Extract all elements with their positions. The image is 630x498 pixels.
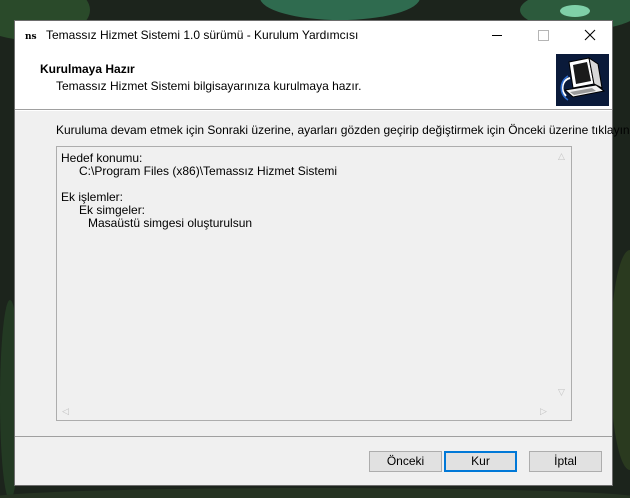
memo-tasks-item: Masaüstü simgesi oluşturulsun [88, 216, 253, 230]
minimize-button[interactable] [474, 21, 520, 50]
page-subtitle: Temassız Hizmet Sistemi bilgisayarınıza … [56, 79, 362, 93]
desktop-wallpaper-leaf [0, 488, 630, 498]
memo-destination-path: C:\Program Files (x86)\Temassız Hizmet S… [79, 164, 338, 178]
ready-memo-box[interactable]: Hedef konumu: C:\Program Files (x86)\Tem… [56, 146, 572, 421]
footer-divider [15, 436, 612, 437]
close-button[interactable] [566, 21, 612, 50]
header-divider-highlight [15, 110, 612, 111]
desktop-wallpaper-leaf [260, 0, 420, 20]
scroll-right-icon[interactable]: ▷ [540, 406, 547, 416]
installer-window: ns Temassız Hizmet Sistemi 1.0 sürümü - … [14, 20, 630, 486]
maximize-button[interactable] [520, 21, 566, 50]
wizard-header: Kurulmaya Hazır Temassız Hizmet Sistemi … [15, 50, 612, 109]
minimize-icon [492, 35, 502, 36]
horizontal-scrollbar[interactable]: ◁ ▷ [57, 403, 554, 420]
back-button[interactable]: Önceki [369, 451, 442, 472]
app-icon: ns [25, 32, 37, 42]
memo-tasks-label: Ek işlemler: [61, 190, 124, 204]
scroll-down-icon[interactable]: ▽ [558, 387, 565, 397]
maximize-icon [538, 30, 549, 41]
title-bar[interactable]: ns Temassız Hizmet Sistemi 1.0 sürümü - … [15, 21, 612, 50]
scroll-up-icon[interactable]: △ [558, 151, 565, 161]
desktop-wallpaper-leaf [560, 5, 590, 17]
cancel-button[interactable]: İptal [529, 451, 602, 472]
install-button[interactable]: Kur [444, 451, 517, 472]
window-title: Temassız Hizmet Sistemi 1.0 sürümü - Kur… [46, 28, 359, 42]
desktop-wallpaper-leaf [610, 250, 630, 470]
page-title: Kurulmaya Hazır [40, 62, 135, 76]
instruction-text: Kuruluma devam etmek için Sonraki üzerin… [56, 123, 630, 137]
close-icon [584, 29, 596, 41]
scroll-left-icon[interactable]: ◁ [62, 406, 69, 416]
vertical-scrollbar[interactable]: △ ▽ [554, 147, 571, 403]
wizard-computer-icon [556, 54, 609, 106]
scrollbar-corner [554, 403, 571, 420]
memo-tasks-group: Ek simgeler: [79, 203, 146, 217]
memo-destination-label: Hedef konumu: [61, 151, 143, 165]
